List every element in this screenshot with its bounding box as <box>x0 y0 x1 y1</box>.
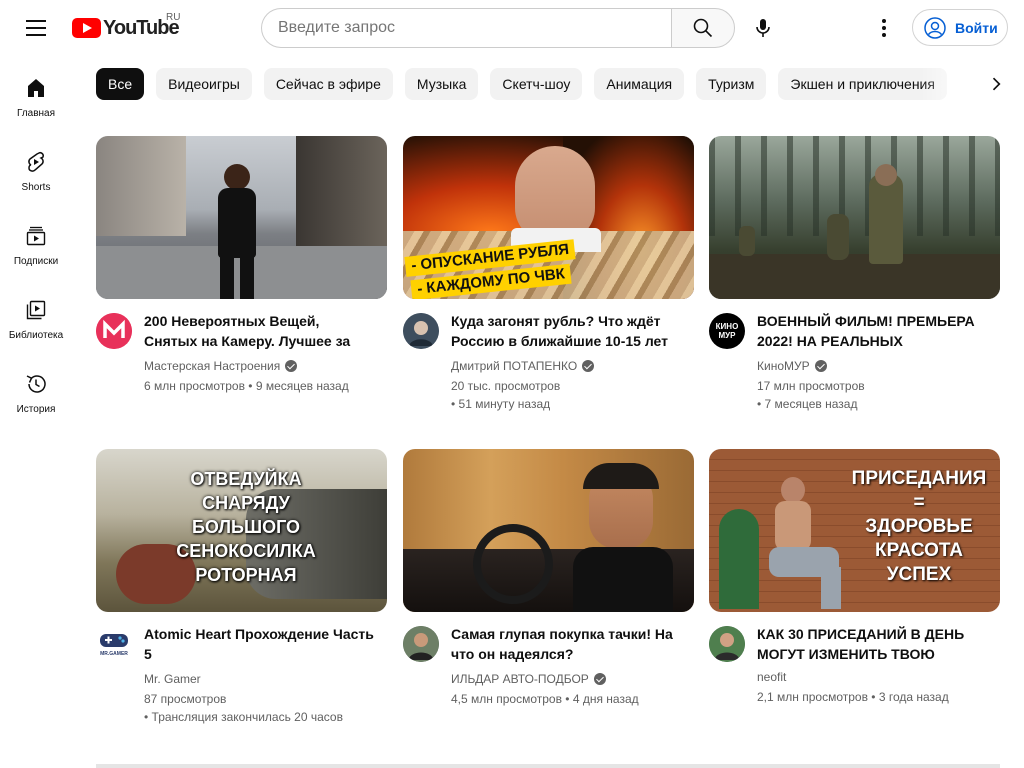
region-code: RU <box>166 12 181 23</box>
video-stats: 20 тыс. просмотров • 51 минуту назад <box>451 379 561 411</box>
video-stats: 6 млн просмотров • 9 месяцев назад <box>144 379 349 393</box>
channel-avatar[interactable] <box>96 313 132 349</box>
video-title[interactable]: Atomic Heart Прохождение Часть 5 <box>144 624 374 664</box>
youtube-play-icon <box>72 18 101 38</box>
thumbnail-caption: ЗДОРОВЬЕ <box>865 516 973 537</box>
channel-name[interactable]: Mr. Gamer <box>144 672 201 686</box>
thumbnail-caption: ОТВЕДУЙКА <box>190 469 302 489</box>
chip-live[interactable]: Сейчас в эфире <box>263 68 393 100</box>
more-vertical-icon <box>882 19 886 37</box>
channel-avatar-text: MR.GAMER <box>100 651 128 657</box>
video-title[interactable]: 200 Невероятных Вещей, Снятых на Камеру.… <box>144 311 374 351</box>
home-icon <box>28 79 44 97</box>
masterskaya-logo-icon <box>96 313 132 349</box>
video-thumbnail[interactable]: ПРИСЕДАНИЯ = ЗДОРОВЬЕ КРАСОТА УСПЕХ <box>709 449 1000 612</box>
sign-in-button[interactable]: Войти <box>912 9 1008 46</box>
gamepad-icon <box>100 634 128 647</box>
thumbnail-caption: УСПЕХ <box>886 564 952 585</box>
sidebar-item-shorts[interactable]: Shorts <box>4 130 68 204</box>
thumbnail-caption: СНАРЯДУ <box>202 493 290 513</box>
video-title[interactable]: Куда загонят рубль? Что ждёт Россию в бл… <box>451 311 681 351</box>
chip-all[interactable]: Все <box>96 68 145 100</box>
library-icon <box>26 300 46 320</box>
video-card[interactable]: КИНО МУР ВОЕННЫЙ ФИЛЬМ! ПРЕМЬЕРА 2022! Н… <box>709 136 1000 411</box>
video-stats: 17 млн просмотров • 7 месяцев назад <box>757 379 865 411</box>
verified-icon <box>582 360 595 372</box>
channel-name[interactable]: neofit <box>757 670 786 684</box>
channel-avatar[interactable]: КИНО МУР <box>709 313 745 349</box>
thumbnail-caption: БОЛЬШОГО <box>191 517 301 537</box>
video-thumbnail[interactable] <box>403 449 694 612</box>
video-title[interactable]: ВОЕННЫЙ ФИЛЬМ! ПРЕМЬЕРА 2022! НА РЕАЛЬНЫ… <box>757 311 987 351</box>
channel-name[interactable]: Дмитрий ПОТАПЕНКО <box>451 359 595 373</box>
channel-avatar[interactable] <box>709 626 745 662</box>
video-stats: 2,1 млн просмотров • 3 года назад <box>757 690 949 704</box>
video-title[interactable]: Самая глупая покупка тачки! На что он на… <box>451 624 681 664</box>
chip-sketch-show[interactable]: Скетч-шоу <box>490 68 583 100</box>
video-card[interactable]: ОТВЕДУЙКА СНАРЯДУ БОЛЬШОГО СЕНОКОСИЛКА Р… <box>96 449 387 724</box>
channel-avatar[interactable] <box>403 313 439 349</box>
sidebar-item-home[interactable]: Главная <box>4 56 68 130</box>
thumbnail-caption: ПРИСЕДАНИЯ <box>851 468 987 489</box>
settings-menu-button[interactable] <box>864 8 904 48</box>
sidebar-item-library[interactable]: Библиотека <box>4 278 68 352</box>
person-avatar-icon <box>709 626 745 662</box>
video-card[interactable]: Самая глупая покупка тачки! На что он на… <box>403 449 694 724</box>
sidebar-item-subscriptions[interactable]: Подписки <box>4 204 68 278</box>
search-button[interactable] <box>671 8 735 48</box>
menu-icon <box>26 20 46 22</box>
chip-bar: Все Видеоигры Сейчас в эфире Музыка Скетч-шо… <box>96 68 976 100</box>
section-divider <box>96 764 1000 768</box>
video-title[interactable]: КАК 30 ПРИСЕДАНИЙ В ДЕНЬ МОГУТ ИЗМЕНИТЬ … <box>757 624 987 664</box>
verified-icon <box>285 360 298 372</box>
chevron-right-icon <box>992 77 1001 91</box>
video-card[interactable]: ПРИСЕДАНИЯ = ЗДОРОВЬЕ КРАСОТА УСПЕХ КАК … <box>709 449 1000 724</box>
shorts-icon <box>28 152 44 172</box>
chip-next-button[interactable] <box>980 68 1012 100</box>
chip-tourism[interactable]: Туризм <box>696 68 767 100</box>
video-card[interactable]: 200 Невероятных Вещей, Снятых на Камеру.… <box>96 136 387 411</box>
thumbnail-caption: КРАСОТА <box>874 540 963 561</box>
video-card[interactable]: - ОПУСКАНИЕ РУБЛЯ - КАЖДОМУ ПО ЧВК Куда … <box>403 136 694 411</box>
chip-bar-fade <box>920 68 980 100</box>
channel-avatar-text: КИНО МУР <box>715 322 739 340</box>
verified-icon <box>593 673 606 685</box>
voice-search-button[interactable] <box>743 8 783 48</box>
search-input[interactable] <box>261 8 672 48</box>
thumbnail-caption: СЕНОКОСИЛКА <box>176 541 316 561</box>
account-icon <box>924 16 946 39</box>
video-thumbnail[interactable]: ОТВЕДУЙКА СНАРЯДУ БОЛЬШОГО СЕНОКОСИЛКА Р… <box>96 449 387 612</box>
thumbnail-caption: = <box>913 492 925 513</box>
channel-avatar[interactable] <box>403 626 439 662</box>
channel-name[interactable]: Мастерская Настроения <box>144 359 298 373</box>
video-thumbnail[interactable] <box>96 136 387 299</box>
video-thumbnail[interactable]: - ОПУСКАНИЕ РУБЛЯ - КАЖДОМУ ПО ЧВК <box>403 136 694 299</box>
person-avatar-icon <box>403 313 439 349</box>
channel-name[interactable]: КиноМУР <box>757 359 827 373</box>
masthead: YouTube RU Войти <box>0 0 1024 56</box>
history-icon <box>26 375 46 393</box>
thumbnail-caption: РОТОРНАЯ <box>195 565 297 585</box>
microphone-icon <box>756 19 770 37</box>
chip-video-games[interactable]: Видеоигры <box>156 68 252 100</box>
youtube-logo[interactable]: YouTube <box>72 16 180 40</box>
video-stats: 87 просмотров • Трансляция закончилась 20… <box>144 692 343 724</box>
sidebar-item-history[interactable]: История <box>4 352 68 426</box>
channel-name[interactable]: ИЛЬДАР АВТО-ПОДБОР <box>451 672 606 686</box>
chip-music[interactable]: Музыка <box>404 68 479 100</box>
person-avatar-icon <box>403 626 439 662</box>
verified-icon <box>814 360 827 372</box>
search-icon <box>693 18 713 38</box>
subscriptions-icon <box>26 226 46 246</box>
video-stats: 4,5 млн просмотров • 4 дня назад <box>451 692 639 706</box>
guide-menu-button[interactable] <box>16 8 56 48</box>
chip-animation[interactable]: Анимация <box>594 68 685 100</box>
video-thumbnail[interactable] <box>709 136 1000 299</box>
channel-avatar[interactable]: MR.GAMER <box>96 626 132 662</box>
